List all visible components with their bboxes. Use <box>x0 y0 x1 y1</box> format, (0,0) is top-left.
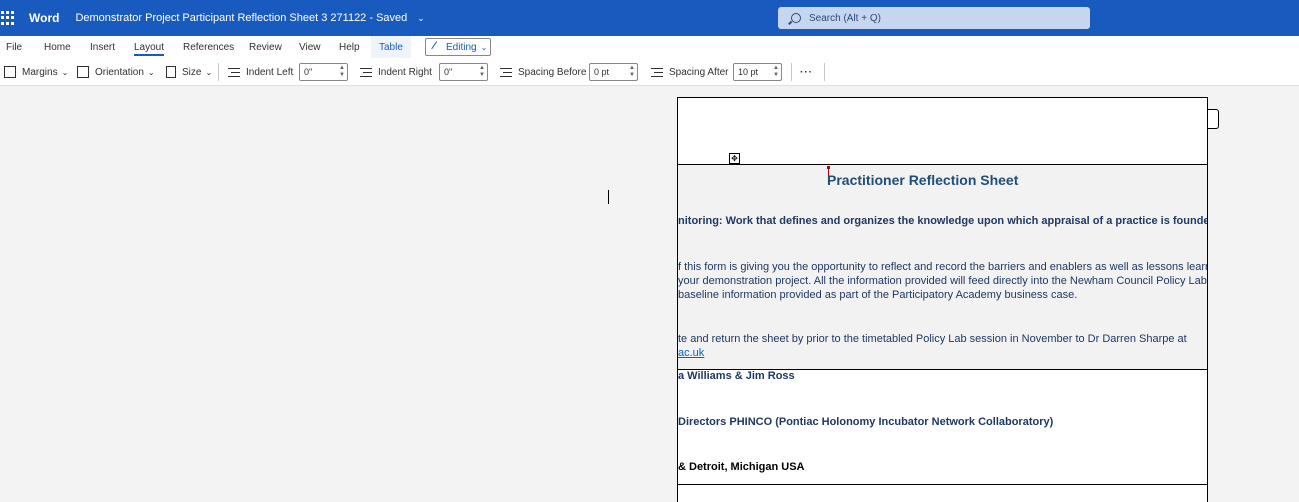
indent-left-icon <box>228 67 240 77</box>
indent-right-label: Indent Right <box>378 66 432 78</box>
tab-table[interactable]: Table <box>371 36 411 58</box>
search-placeholder: Search (Alt + Q) <box>809 12 881 24</box>
tab-label: Home <box>44 41 71 53</box>
size-icon <box>166 66 176 78</box>
spacing-after-control: Spacing After <box>651 58 728 86</box>
directors-line: Directors PHINCO (Pontiac Holonomy Incub… <box>678 416 1054 428</box>
size-button[interactable]: Size ⌄ <box>166 58 212 86</box>
indent-left-input[interactable]: 0" ▲ ▼ <box>299 63 348 81</box>
indent-right-control: Indent Right <box>360 58 432 86</box>
tab-label: Table <box>379 41 403 53</box>
tab-review[interactable]: Review <box>249 36 282 58</box>
tab-label: File <box>6 41 23 53</box>
search-icon <box>791 13 801 23</box>
tab-help[interactable]: Help <box>339 36 360 58</box>
chevron-down-icon: ⌄ <box>205 67 213 77</box>
document-title[interactable]: Demonstrator Project Participant Reflect… <box>75 12 407 24</box>
chevron-down-icon[interactable]: ⌄ <box>417 13 425 24</box>
orientation-icon <box>77 66 89 78</box>
save-status: Saved <box>376 12 408 24</box>
spacing-before-input[interactable]: 0 pt ▲ ▼ <box>589 63 638 81</box>
chevron-down-icon: ⌄ <box>61 67 69 77</box>
spacing-before-icon <box>500 67 512 77</box>
document-title-text: Demonstrator Project Participant Reflect… <box>75 12 367 24</box>
tab-insert[interactable]: Insert <box>90 36 115 58</box>
spacing-before-value: 0 pt <box>594 67 610 77</box>
ribbon-tabs: File Home Insert Layout References Revie… <box>0 36 1299 58</box>
tab-label: Help <box>339 41 360 53</box>
chevron-down-icon: ⌄ <box>147 67 155 77</box>
orientation-label: Orientation <box>95 66 144 78</box>
indent-right-icon <box>360 67 372 77</box>
tab-home[interactable]: Home <box>44 36 71 58</box>
intro-cell[interactable]: Practitioner Reflection Sheet nitoring: … <box>678 165 1208 370</box>
stepper-arrows-icon[interactable]: ▲ ▼ <box>629 65 635 79</box>
intro-line: baseline information provided as part of… <box>678 289 1078 301</box>
spacing-before-label: Spacing Before <box>518 66 587 78</box>
margins-icon <box>4 66 16 78</box>
more-options-icon: ··· <box>800 66 813 78</box>
margins-label: Margins <box>22 66 58 78</box>
tab-file[interactable]: File <box>6 36 22 58</box>
stepper-arrows-icon[interactable]: ▲ ▼ <box>479 65 485 79</box>
size-label: Size <box>182 66 202 78</box>
stepper-arrows-icon[interactable]: ▲ ▼ <box>773 65 779 79</box>
orientation-button[interactable]: Orientation ⌄ <box>77 58 155 86</box>
intro-line: f this form is giving you the opportunit… <box>678 261 1208 273</box>
table-move-icon[interactable]: ✥ <box>729 153 740 164</box>
monitoring-line: nitoring: Work that defines and organize… <box>678 215 1208 227</box>
title-bar: Word Demonstrator Project Participant Re… <box>0 0 1299 36</box>
app-launcher-icon[interactable] <box>1 11 15 25</box>
toolbar-divider <box>824 63 825 81</box>
tab-layout[interactable]: Layout <box>134 36 165 58</box>
editing-mode-button[interactable]: Editing ⌄ <box>425 38 491 56</box>
spacing-after-label: Spacing After <box>669 66 729 78</box>
tab-label: Review <box>249 41 282 53</box>
indent-left-label: Indent Left <box>246 66 294 78</box>
tab-label: References <box>183 41 235 53</box>
spacing-after-input[interactable]: 10 pt ▲ ▼ <box>733 63 782 81</box>
header-cell[interactable] <box>678 98 1207 165</box>
spacing-before-control: Spacing Before <box>500 58 586 86</box>
location-line: & Detroit, Michigan USA <box>678 461 805 473</box>
margins-button[interactable]: Margins ⌄ <box>4 58 68 86</box>
search-box[interactable]: Search (Alt + Q) <box>778 7 1090 29</box>
tab-view[interactable]: View <box>299 36 321 58</box>
toolbar-divider <box>791 63 792 81</box>
tab-label: Layout <box>134 41 165 53</box>
spacing-after-value: 10 pt <box>738 67 759 77</box>
indent-left-control: Indent Left <box>228 58 293 86</box>
stepper-arrows-icon[interactable]: ▲ ▼ <box>339 65 345 79</box>
spacing-after-icon <box>651 67 663 77</box>
intro-line: your demonstration project. All the info… <box>678 275 1208 287</box>
pencil-icon <box>431 40 444 54</box>
indent-right-input[interactable]: 0" ▲ ▼ <box>439 63 488 81</box>
table-resize-handle[interactable] <box>1208 109 1219 129</box>
indent-left-value: 0" <box>304 67 313 77</box>
layout-toolbar: Margins ⌄ Orientation ⌄ Size ⌄ Indent Le… <box>0 58 1299 86</box>
sheet-title: Practitioner Reflection Sheet <box>827 172 1019 188</box>
indent-right-value: 0" <box>444 67 453 77</box>
names-line: a Williams & Jim Ross <box>678 370 795 382</box>
editing-label: Editing <box>446 41 477 53</box>
tab-references[interactable]: References <box>183 36 234 58</box>
tab-label: Insert <box>90 41 116 53</box>
email-link[interactable]: ac.uk <box>678 347 704 359</box>
text-cursor <box>608 190 609 204</box>
toolbar-divider <box>218 63 219 81</box>
chevron-down-icon: ⌄ <box>480 42 488 52</box>
app-name[interactable]: Word <box>29 11 59 25</box>
details-cell[interactable]: a Williams & Jim Ross Directors PHINCO (… <box>678 370 1207 485</box>
more-options-button[interactable]: ··· <box>800 58 813 86</box>
return-line: te and return the sheet by prior to the … <box>678 333 1187 345</box>
tab-label: View <box>299 41 321 53</box>
document-page[interactable]: Practitioner Reflection Sheet nitoring: … <box>677 97 1208 502</box>
